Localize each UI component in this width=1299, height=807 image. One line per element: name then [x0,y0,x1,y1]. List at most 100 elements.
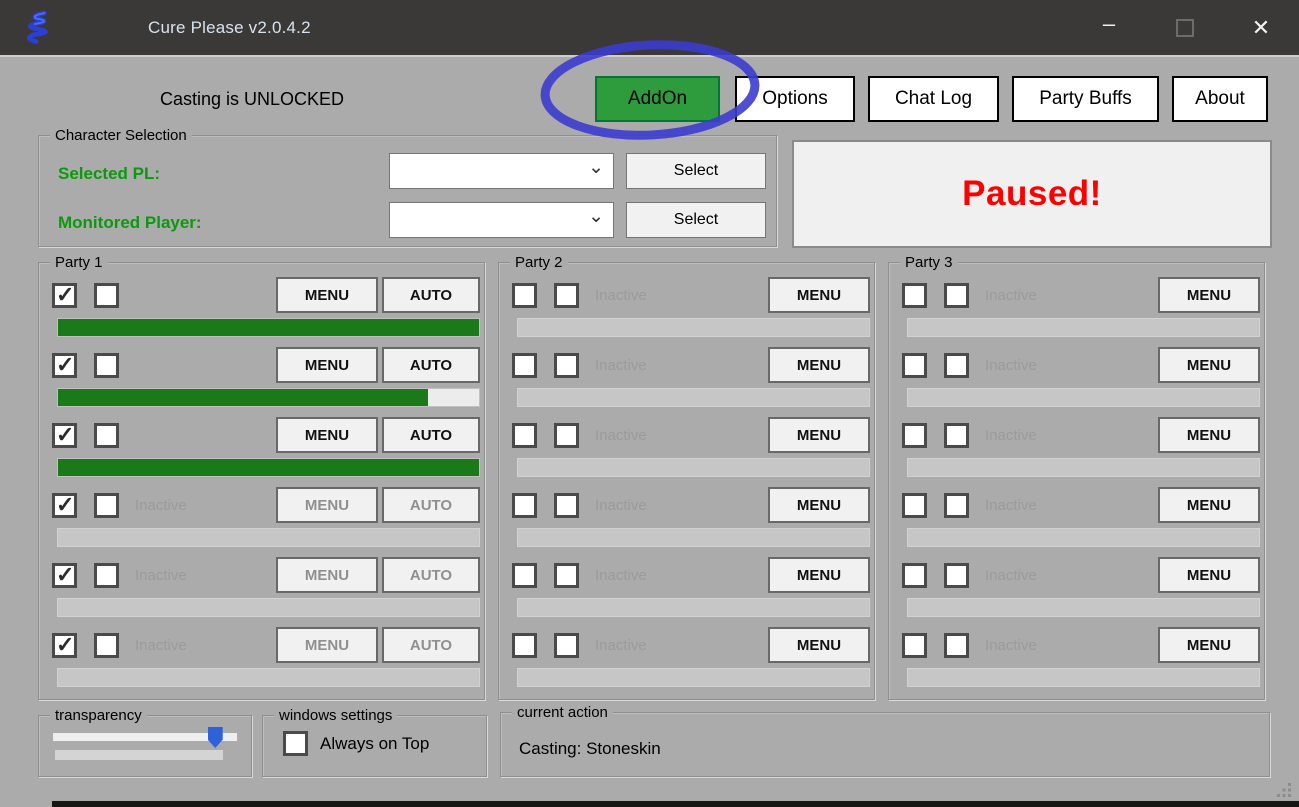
enable-checkbox[interactable] [902,632,927,658]
party-member-row: Inactive MENU [902,417,1260,453]
chat-log-button[interactable]: Chat Log [868,76,999,122]
secondary-checkbox[interactable] [944,632,969,658]
secondary-checkbox[interactable] [554,422,579,448]
enable-checkbox[interactable] [902,352,927,378]
windows-settings-label: windows settings [274,706,398,726]
secondary-checkbox[interactable] [944,562,969,588]
enable-checkbox[interactable] [902,282,927,308]
select-monitored-button[interactable]: Select [626,202,766,238]
secondary-checkbox[interactable] [554,562,579,588]
enable-checkbox[interactable] [52,352,77,378]
status-panel: Paused! [792,140,1272,248]
menu-button[interactable]: MENU [768,417,870,453]
select-pl-button[interactable]: Select [626,153,766,189]
menu-button[interactable]: MENU [768,627,870,663]
cure-please-window: Cure Please v2.0.4.2 – ✕ Casting is UNLO… [0,0,1299,807]
member-status-label: Inactive [135,566,187,584]
options-button[interactable]: Options [735,76,855,122]
transparency-label: transparency [50,706,147,726]
character-selection-group: Character Selection Selected PL: ⌄ Selec… [38,126,777,247]
enable-checkbox[interactable] [512,422,537,448]
addon-button[interactable]: AddOn [595,76,720,122]
secondary-checkbox[interactable] [944,282,969,308]
party-member-row: Inactive MENU AUTO [52,487,480,523]
menu-button[interactable]: MENU [1158,557,1260,593]
resize-grip[interactable] [1277,783,1292,798]
menu-button[interactable]: MENU [276,487,378,523]
enable-checkbox[interactable] [512,632,537,658]
auto-button[interactable]: AUTO [382,417,480,453]
secondary-checkbox[interactable] [554,352,579,378]
hp-progress-bar [907,388,1260,407]
enable-checkbox[interactable] [52,632,77,658]
enable-checkbox[interactable] [902,492,927,518]
menu-button[interactable]: MENU [1158,277,1260,313]
member-status-label: Inactive [985,426,1037,444]
menu-button[interactable]: MENU [276,347,378,383]
auto-button[interactable]: AUTO [382,487,480,523]
enable-checkbox[interactable] [52,422,77,448]
transparency-group: transparency [38,706,252,777]
menu-button[interactable]: MENU [1158,627,1260,663]
monitored-player-dropdown[interactable]: ⌄ [389,202,614,238]
enable-checkbox[interactable] [512,282,537,308]
selected-pl-dropdown[interactable]: ⌄ [389,153,614,189]
menu-button[interactable]: MENU [276,417,378,453]
enable-checkbox[interactable] [512,492,537,518]
enable-checkbox[interactable] [512,562,537,588]
secondary-checkbox[interactable] [554,492,579,518]
enable-checkbox[interactable] [52,562,77,588]
menu-button[interactable]: MENU [276,277,378,313]
member-status-label: Inactive [595,566,647,584]
auto-button[interactable]: AUTO [382,277,480,313]
app-spiral-icon [27,10,48,44]
selected-pl-label: Selected PL: [58,164,161,183]
secondary-checkbox[interactable] [554,632,579,658]
close-button[interactable]: ✕ [1223,0,1299,55]
enable-checkbox[interactable] [52,282,77,308]
secondary-checkbox[interactable] [944,422,969,448]
party3-label: Party 3 [900,253,958,273]
enable-checkbox[interactable] [52,492,77,518]
menu-button[interactable]: MENU [276,627,378,663]
titlebar-controls: – ✕ [1071,0,1299,55]
enable-checkbox[interactable] [902,562,927,588]
hp-progress-bar [57,388,480,407]
chevron-down-icon: ⌄ [588,205,604,227]
auto-button[interactable]: AUTO [382,627,480,663]
hp-progress-bar [907,528,1260,547]
secondary-checkbox[interactable] [944,352,969,378]
enable-checkbox[interactable] [512,352,537,378]
auto-button[interactable]: AUTO [382,347,480,383]
secondary-checkbox[interactable] [94,282,119,308]
menu-button[interactable]: MENU [1158,487,1260,523]
hp-progress-bar [907,598,1260,617]
always-on-top-checkbox[interactable] [283,731,308,756]
secondary-checkbox[interactable] [944,492,969,518]
current-action-group: current action Casting: Stoneskin [500,703,1270,777]
menu-button[interactable]: MENU [768,347,870,383]
party-member-row: Inactive MENU [512,417,870,453]
about-button[interactable]: About [1172,76,1268,122]
party-member-row: Inactive MENU [902,557,1260,593]
maximize-button[interactable] [1147,0,1223,55]
menu-button[interactable]: MENU [276,557,378,593]
menu-button[interactable]: MENU [768,487,870,523]
secondary-checkbox[interactable] [94,422,119,448]
close-icon: ✕ [1251,14,1271,40]
menu-button[interactable]: MENU [1158,347,1260,383]
enable-checkbox[interactable] [902,422,927,448]
transparency-slider-thumb[interactable] [207,727,223,748]
party-buffs-button[interactable]: Party Buffs [1012,76,1159,122]
secondary-checkbox[interactable] [554,282,579,308]
secondary-checkbox[interactable] [94,352,119,378]
secondary-checkbox[interactable] [94,492,119,518]
menu-button[interactable]: MENU [768,557,870,593]
minimize-button[interactable]: – [1071,0,1147,55]
menu-button[interactable]: MENU [768,277,870,313]
secondary-checkbox[interactable] [94,562,119,588]
secondary-checkbox[interactable] [94,632,119,658]
menu-button[interactable]: MENU [1158,417,1260,453]
auto-button[interactable]: AUTO [382,557,480,593]
member-status-label: Inactive [135,636,187,654]
